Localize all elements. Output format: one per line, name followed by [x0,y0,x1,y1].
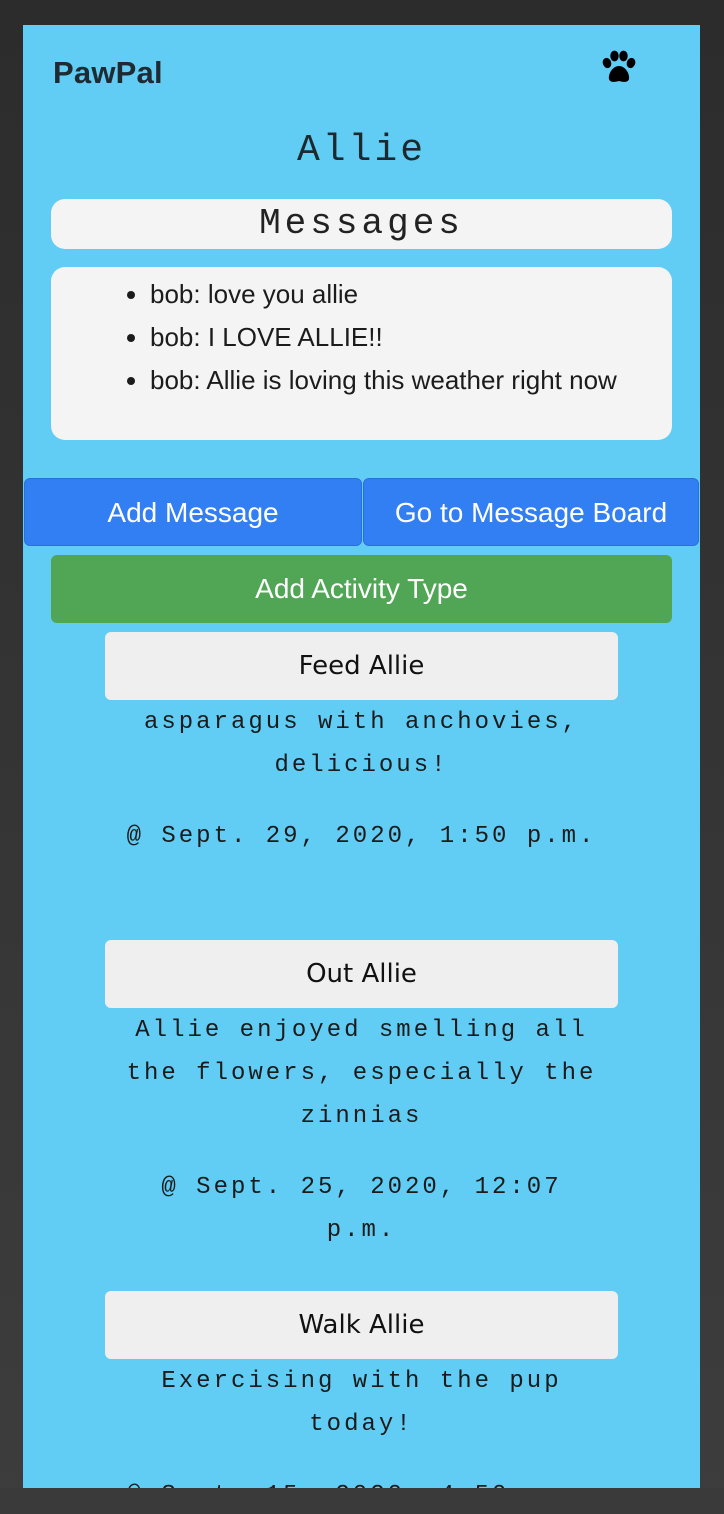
activity-note: asparagus with anchovies, delicious! [143,709,580,779]
activity-timestamp: @ Sept. 25, 2020, 12:07 p.m. [161,1174,562,1244]
brand-link[interactable]: PawPal [53,55,163,91]
out-activity-button[interactable]: Out Allie [105,940,618,1008]
add-activity-type-button[interactable]: Add Activity Type [51,555,672,623]
messages-list: bob: love you allie bob: I LOVE ALLIE!! … [51,267,672,402]
paw-icon[interactable] [599,50,639,86]
add-message-button[interactable]: Add Message [24,478,362,546]
message-item: bob: love you allie [150,273,642,316]
browser-bottom-edge [0,1488,724,1514]
message-board-button[interactable]: Go to Message Board [363,478,699,546]
messages-list-card: bob: love you allie bob: I LOVE ALLIE!! … [51,267,672,440]
activity-timestamp: @ Sept. 15, 2020, 4:50 p.m. [123,1474,600,1488]
walk-activity-button[interactable]: Walk Allie [105,1291,618,1359]
activity-note: Allie enjoyed smelling all the flowers, … [126,1017,597,1130]
message-item: bob: Allie is loving this weather right … [150,359,642,402]
app-viewport: PawPal Allie Messages bob: love you alli… [23,25,700,1488]
messages-heading: Messages [51,199,672,249]
pet-name-heading: Allie [296,129,427,172]
activity-timestamp: @ Sept. 29, 2020, 1:50 p.m. [126,823,597,850]
message-item: bob: I LOVE ALLIE!! [150,316,642,359]
feed-activity-button[interactable]: Feed Allie [105,632,618,700]
activity-note: Exercising with the pup today! [161,1368,562,1438]
